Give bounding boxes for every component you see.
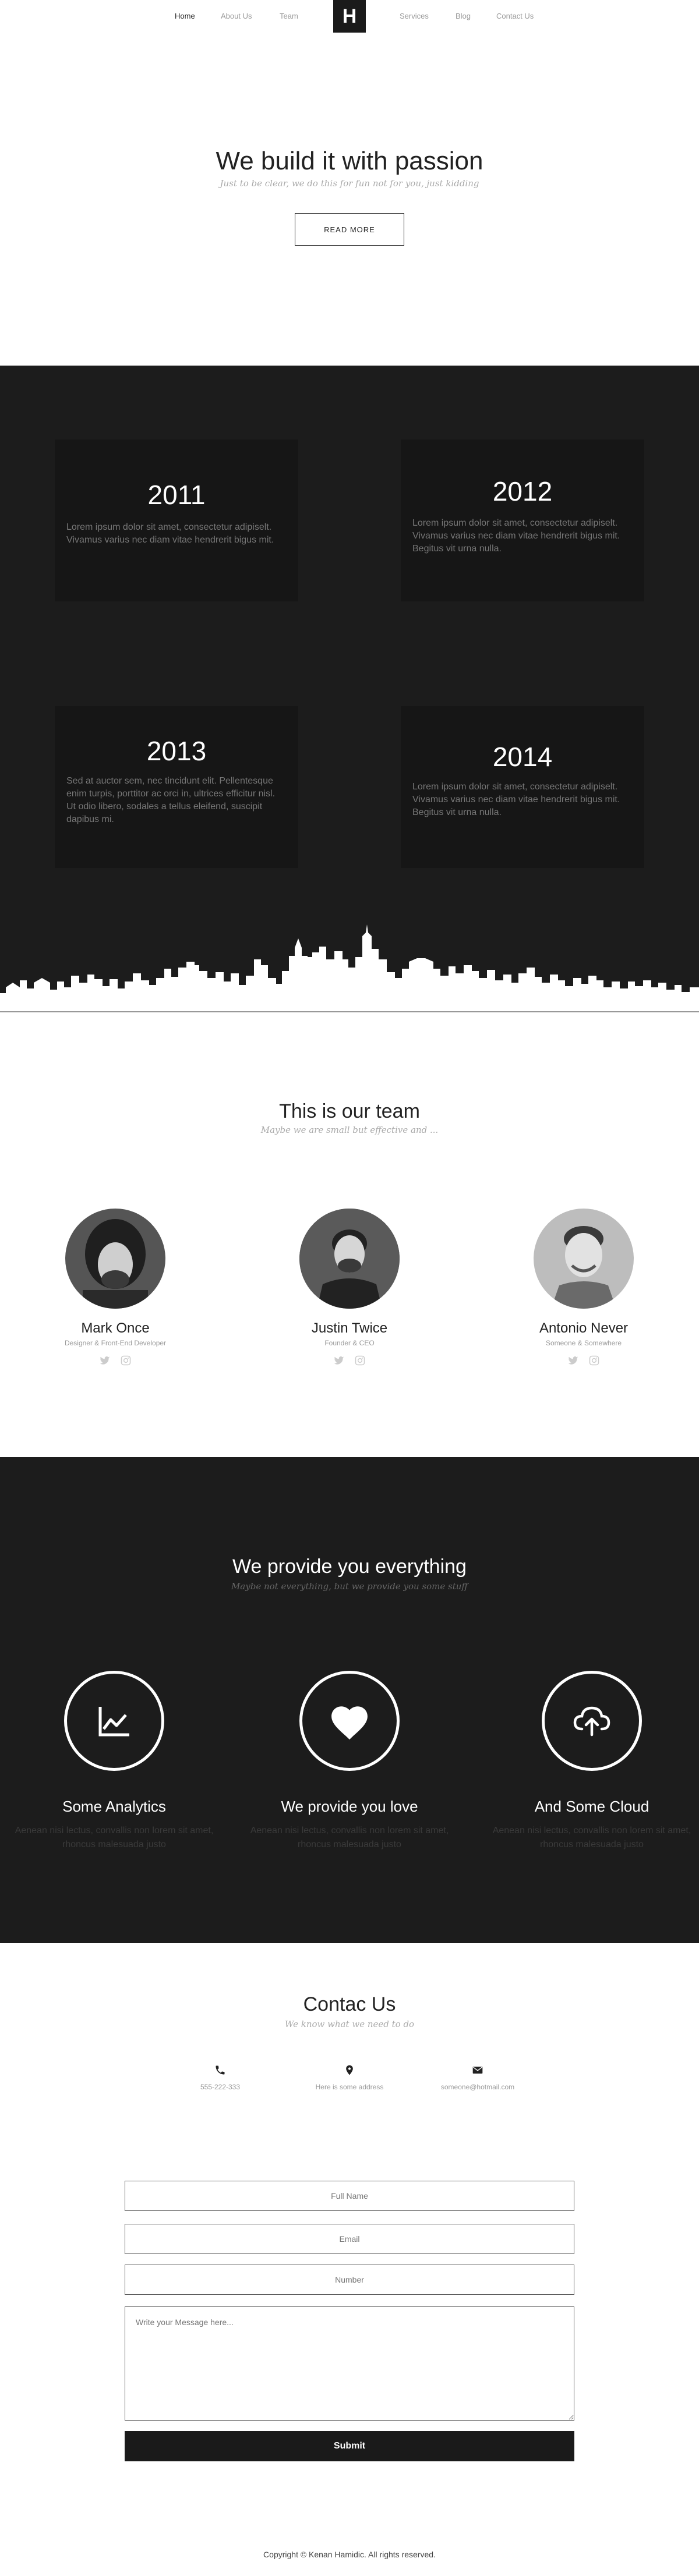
- hero-title: We build it with passion: [216, 147, 483, 175]
- contact-phone: 555-222-333: [144, 2064, 296, 2091]
- service-text: Aenean nisi lectus, convallis non lorem …: [492, 1826, 691, 1849]
- chart-icon: [64, 1671, 164, 1771]
- contact-phone-text: 555-222-333: [200, 2083, 241, 2091]
- timeline-text: Lorem ipsum dolor sit amet, consectetur …: [412, 782, 620, 817]
- city-skyline-illustration: [0, 924, 699, 1023]
- contact-title: Contac Us: [303, 1993, 396, 2015]
- instagram-icon[interactable]: [589, 1355, 599, 1366]
- full-name-input[interactable]: [125, 2181, 574, 2211]
- nav-about-us[interactable]: About Us: [221, 12, 252, 20]
- twitter-icon[interactable]: [334, 1355, 344, 1366]
- service-text: Aenean nisi lectus, convallis non lorem …: [250, 1826, 449, 1849]
- member-name: Antonio Never: [539, 1320, 629, 1336]
- timeline-text: Sed at auctor sem, nec tincidunt elit. P…: [66, 776, 276, 824]
- avatar: [299, 1209, 400, 1309]
- timeline-card-2013: 2013 Sed at auctor sem, nec tincidunt el…: [55, 706, 298, 868]
- timeline-card-2012: 2012 Lorem ipsum dolor sit amet, consect…: [401, 440, 644, 601]
- service-title: And Some Cloud: [534, 1798, 649, 1815]
- team-member-mark-once: Mark Once Designer & Front-End Developer: [28, 1209, 203, 1366]
- phone-icon: [214, 2064, 226, 2076]
- message-textarea[interactable]: [125, 2306, 574, 2421]
- location-pin-icon: [344, 2064, 355, 2076]
- timeline-text: Lorem ipsum dolor sit amet, consectetur …: [66, 522, 274, 545]
- timeline-year: 2014: [492, 742, 553, 772]
- top-nav: Home About Us Team H Services Blog Conta…: [0, 0, 699, 33]
- hero-subtitle: Just to be clear, we do this for fun not…: [220, 178, 479, 189]
- read-more-button[interactable]: READ MORE: [295, 213, 404, 246]
- email-input[interactable]: [125, 2224, 574, 2254]
- cloud-upload-icon: [542, 1671, 642, 1771]
- member-name: Justin Twice: [311, 1320, 388, 1336]
- member-name: Mark Once: [81, 1320, 150, 1336]
- service-text: Aenean nisi lectus, convallis non lorem …: [15, 1826, 214, 1849]
- member-role: Designer & Front-End Developer: [64, 1339, 167, 1347]
- contact-subtitle: We know what we need to do: [284, 2019, 415, 2029]
- member-role: Someone & Somewhere: [545, 1339, 622, 1347]
- nav-services[interactable]: Services: [400, 12, 429, 20]
- logo[interactable]: H: [333, 0, 366, 33]
- team-title: This is our team: [279, 1100, 420, 1122]
- instagram-icon[interactable]: [355, 1355, 365, 1366]
- timeline-year: 2013: [146, 736, 207, 766]
- timeline-card-2011: 2011 Lorem ipsum dolor sit amet, consect…: [55, 440, 298, 601]
- nav-home[interactable]: Home: [175, 12, 195, 20]
- number-input[interactable]: [125, 2265, 574, 2295]
- service-analytics: Some Analytics Aenean nisi lectus, conva…: [3, 1671, 225, 1852]
- footer-copyright: Copyright © Kenan Hamidic. All rights re…: [263, 2550, 436, 2559]
- timeline-year: 2012: [492, 476, 553, 506]
- nav-blog[interactable]: Blog: [456, 12, 471, 20]
- timeline-card-2014: 2014 Lorem ipsum dolor sit amet, consect…: [401, 706, 644, 868]
- service-title: Some Analytics: [62, 1798, 166, 1815]
- member-role: Founder & CEO: [324, 1339, 375, 1347]
- timeline-text: Lorem ipsum dolor sit amet, consectetur …: [412, 518, 620, 554]
- contact-email-text: someone@hotmail.com: [440, 2083, 515, 2091]
- timeline-year: 2011: [147, 480, 206, 510]
- nav-contact-us[interactable]: Contact Us: [496, 12, 534, 20]
- team-member-antonio-never: Antonio Never Someone & Somewhere: [496, 1209, 671, 1366]
- services-subtitle: Maybe not everything, but we provide you…: [231, 1581, 468, 1592]
- submit-button[interactable]: Submit: [125, 2431, 574, 2461]
- service-cloud: And Some Cloud Aenean nisi lectus, conva…: [481, 1671, 699, 1852]
- instagram-icon[interactable]: [121, 1355, 131, 1366]
- nav-team[interactable]: Team: [280, 12, 298, 20]
- page: Home About Us Team H Services Blog Conta…: [0, 0, 699, 2576]
- team-member-justin-twice: Justin Twice Founder & CEO: [262, 1209, 437, 1366]
- twitter-icon[interactable]: [100, 1355, 110, 1366]
- service-love: We provide you love Aenean nisi lectus, …: [239, 1671, 460, 1852]
- service-title: We provide you love: [281, 1798, 418, 1815]
- team-subtitle: Maybe we are small but effective and ...: [260, 1125, 439, 1135]
- services-title: We provide you everything: [232, 1555, 467, 1578]
- twitter-icon[interactable]: [568, 1355, 578, 1366]
- avatar: [534, 1209, 634, 1309]
- contact-email: someone@hotmail.com: [402, 2064, 553, 2091]
- avatar: [65, 1209, 165, 1309]
- heart-icon: [299, 1671, 400, 1771]
- envelope-icon: [472, 2064, 483, 2076]
